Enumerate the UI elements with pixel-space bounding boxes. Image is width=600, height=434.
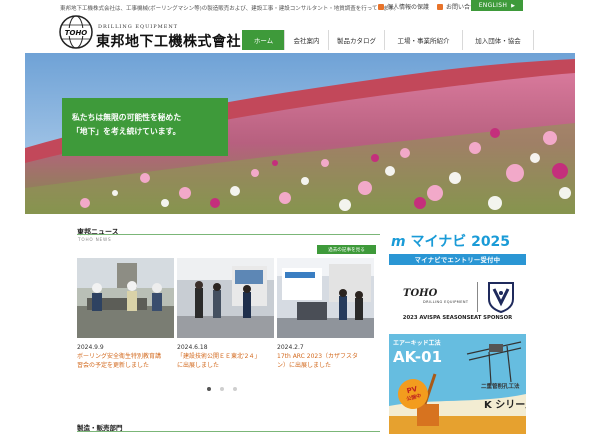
hero-line-2: 「地下」を考え続けています。 bbox=[72, 127, 181, 136]
news-date: 2024.6.18 bbox=[177, 344, 208, 351]
hero-banner: 私たちは無限の可能性を秘めた 「地下」を考え続けています。 bbox=[25, 53, 575, 214]
k-series-name: K シリーズ bbox=[484, 400, 526, 411]
k-series-method: 二重管削孔工法 bbox=[481, 384, 520, 390]
sponsor-toho-subtitle: DRILLING EQUIPMENT bbox=[423, 300, 469, 304]
past-articles-button[interactable]: 過去の記事を見る bbox=[317, 245, 376, 254]
news-headline-line: 習会の予定を更新しました bbox=[77, 362, 150, 369]
hero-line-1: 私たちは無限の可能性を秘めた bbox=[72, 113, 182, 122]
nav-item-factories[interactable]: 工場・事業所紹介 bbox=[384, 30, 462, 50]
globe-logo-icon: TOHO bbox=[59, 15, 93, 49]
news-photo-arc bbox=[277, 258, 374, 338]
news-photo-training bbox=[77, 258, 174, 338]
carousel-pagination bbox=[207, 387, 246, 391]
news-date: 2024.2.7 bbox=[277, 344, 304, 351]
sponsor-divider bbox=[477, 282, 478, 312]
chevron-right-icon: ▶ bbox=[511, 2, 516, 9]
news-headline[interactable]: 17th ARC 2023（カザフスタ ン）に出展しました bbox=[277, 352, 377, 370]
company-logo[interactable]: TOHO DRILLING EQUIPMENT 東邦地下工機株式會社 bbox=[58, 14, 258, 50]
news-headline-line: ボーリング安全衛生特別教育講 bbox=[77, 353, 162, 360]
mynavi-banner[interactable]: ⅿ マイナビ 2025 マイナビでエントリー受付中 bbox=[389, 227, 526, 271]
news-photo-image bbox=[177, 258, 274, 338]
utility-links: 個人情報の保護 お問い合せ bbox=[378, 2, 484, 11]
logo-subtitle: DRILLING EQUIPMENT bbox=[98, 24, 179, 30]
nav-item-label: ホーム bbox=[253, 37, 274, 45]
news-headline[interactable]: 「建設技術公開ＥＥ東北'2４」 に出展しました bbox=[177, 352, 277, 370]
nav-item-company[interactable]: 会社案内 bbox=[284, 30, 328, 50]
mynavi-entry-bar: マイナビでエントリー受付中 bbox=[389, 254, 526, 265]
nav-item-label: 工場・事業所紹介 bbox=[397, 37, 450, 45]
nav-item-home[interactable]: ホーム bbox=[242, 30, 284, 50]
logo-mark-text: TOHO bbox=[65, 29, 88, 37]
news-headline-line: に出展しました bbox=[177, 362, 220, 369]
nav-item-catalog[interactable]: 製品カタログ bbox=[328, 30, 384, 50]
nav-item-label: 会社案内 bbox=[293, 37, 320, 45]
news-section-title: 東邦ニュース bbox=[77, 228, 119, 236]
english-button[interactable]: ENGLISH ▶ bbox=[471, 0, 523, 11]
logo-company-name: 東邦地下工機株式會社 bbox=[96, 34, 241, 50]
department-divider bbox=[77, 431, 380, 432]
carousel-dot[interactable] bbox=[233, 387, 237, 391]
nav-item-label: 製品カタログ bbox=[337, 37, 376, 45]
news-date: 2024.9.9 bbox=[77, 344, 104, 351]
carousel-dot[interactable] bbox=[207, 387, 211, 391]
news-divider bbox=[77, 234, 380, 235]
mynavi-mark-icon: ⅿ bbox=[391, 234, 406, 250]
hero-message: 私たちは無限の可能性を秘めた 「地下」を考え続けています。 bbox=[62, 98, 228, 156]
avispa-emblem-icon bbox=[488, 282, 514, 313]
ak01-banner[interactable]: エアーキッド工法 AK-01 PV 公開中 二重管削孔工法 K シリーズ bbox=[389, 334, 526, 434]
global-nav: ホーム 会社案内 製品カタログ 工場・事業所紹介 加入団体・協会 bbox=[242, 30, 534, 50]
english-button-label: ENGLISH bbox=[478, 2, 508, 9]
privacy-link-label: 個人情報の保護 bbox=[387, 4, 430, 11]
privacy-link[interactable]: 個人情報の保護 bbox=[378, 2, 429, 11]
news-headline-line: ン）に出展しました bbox=[277, 362, 332, 369]
news-headline-line: 「建設技術公開ＥＥ東北'2４」 bbox=[177, 353, 261, 360]
ak01-method: エアーキッド工法 bbox=[393, 340, 441, 347]
square-bullet-icon bbox=[437, 3, 444, 10]
sponsor-caption: 2023 AVISPA SEASONSEAT SPONSOR bbox=[402, 315, 513, 321]
sponsor-toho-logo: TOHO bbox=[403, 288, 438, 299]
nav-item-label: 加入団体・協会 bbox=[475, 37, 521, 45]
ak01-model: AK-01 bbox=[393, 348, 443, 366]
news-photo-image bbox=[77, 258, 174, 338]
avispa-sponsor-banner[interactable]: TOHO DRILLING EQUIPMENT 2023 AVISPA SEAS… bbox=[389, 278, 526, 326]
site-tagline: 東邦地下工機株式会社は、工事機械(ボーリングマシン等)の製造販売および、建設工事… bbox=[60, 6, 399, 12]
mynavi-logo-text: マイナビ bbox=[410, 234, 467, 250]
news-photo-image bbox=[277, 258, 374, 338]
past-articles-label: 過去の記事を見る bbox=[328, 247, 365, 253]
news-headline[interactable]: ボーリング安全衛生特別教育講 習会の予定を更新しました bbox=[77, 352, 177, 370]
news-headline-line: 17th ARC 2023（カザフスタ bbox=[277, 353, 359, 360]
mynavi-year: 2025 bbox=[471, 234, 511, 250]
square-bullet-icon bbox=[378, 3, 384, 10]
news-photo-expo bbox=[177, 258, 274, 338]
news-section-subtitle: TOHO NEWS bbox=[78, 237, 112, 242]
carousel-dot[interactable] bbox=[220, 387, 224, 391]
nav-item-associations[interactable]: 加入団体・協会 bbox=[462, 30, 534, 50]
mynavi-logo: ⅿ マイナビ 2025 bbox=[391, 231, 510, 251]
